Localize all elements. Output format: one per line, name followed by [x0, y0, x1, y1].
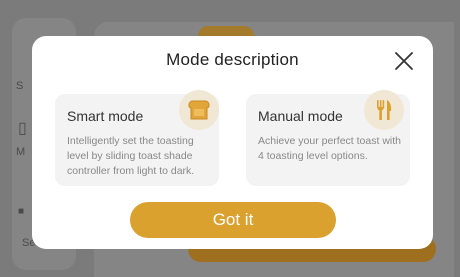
smart-mode-icon-badge: [179, 90, 219, 130]
manual-mode-description: Achieve your perfect toast with 4 toasti…: [258, 135, 401, 162]
manual-mode-icon-badge: [364, 90, 404, 130]
background-sidebar-icon: ■: [18, 206, 25, 217]
smart-mode-description: Intelligently set the toasting level by …: [67, 135, 195, 177]
manual-mode-card: Manual mode Achieve your perfect toast w…: [246, 90, 410, 186]
background-sidebar-icon: ▯: [18, 120, 27, 137]
close-icon: [395, 52, 413, 70]
background-sidebar-label: S: [16, 80, 24, 92]
smart-mode-card: Smart mode Intelligently set the toastin…: [55, 90, 219, 186]
background-sidebar-label: M: [16, 146, 26, 158]
smart-mode-title: Smart mode: [67, 108, 144, 124]
close-button[interactable]: [393, 50, 415, 72]
fork-knife-icon: [377, 100, 392, 120]
mode-description-dialog: Mode description Smart mode Intelligentl…: [32, 36, 433, 249]
dialog-title: Mode description: [166, 50, 299, 69]
got-it-button[interactable]: Got it: [130, 202, 336, 238]
toast-icon: [188, 100, 210, 120]
manual-mode-title: Manual mode: [258, 108, 343, 124]
